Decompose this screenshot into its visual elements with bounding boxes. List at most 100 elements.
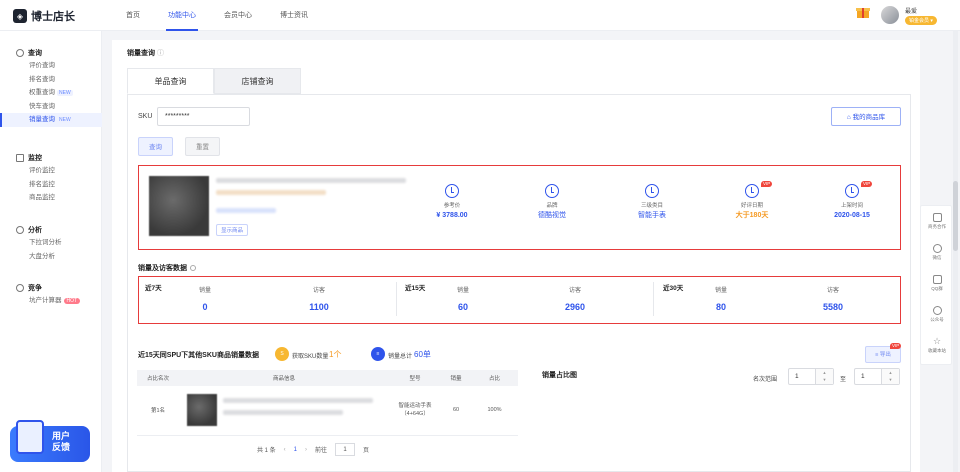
tab-shop[interactable]: 店铺查询: [214, 68, 301, 94]
pagination: 共 1 条 ‹ 1 › 前往 1 页: [257, 443, 369, 456]
sidebar-item-calculator[interactable]: 坑产计算器 HOT: [0, 294, 102, 308]
next-page-button[interactable]: ›: [305, 447, 307, 453]
wechat-icon: [932, 244, 942, 253]
period-7-days: 近7天 销量 0 访客 1100: [139, 277, 393, 321]
logo-icon: ◈: [13, 9, 27, 23]
page-number[interactable]: 1: [294, 447, 297, 453]
nav-home[interactable]: 首页: [112, 0, 154, 31]
compete-icon: [16, 283, 24, 292]
nav-features[interactable]: 功能中心: [154, 0, 210, 31]
sidebar-item-rank-query[interactable]: 排名查询: [0, 73, 102, 87]
sales-total-icon: ≡: [371, 347, 385, 361]
sidebar-item-market-analysis[interactable]: 大盘分析: [0, 250, 102, 264]
feedback-label: 用户: [52, 431, 71, 441]
reset-button[interactable]: 重置: [185, 137, 220, 156]
logo-text: 博士店长: [31, 11, 75, 23]
sku-count-icon: S: [275, 347, 289, 361]
feedback-label: 反馈: [52, 442, 71, 452]
stepper-arrows-icon[interactable]: ▲ ▼: [881, 369, 899, 384]
nav-news[interactable]: 博士资讯: [266, 0, 322, 31]
sales-stat: 销量 0: [198, 288, 211, 312]
right-float-bar: 商务合作 微信 QQ群 公众号 ☆ 收藏本站: [920, 205, 952, 365]
sidebar-item-express-query[interactable]: 快车查询: [0, 100, 102, 114]
gift-icon[interactable]: [856, 5, 870, 19]
main-nav: 首页 功能中心 会员中心 博士资讯: [112, 0, 322, 31]
goto-page-input[interactable]: 1: [335, 443, 356, 456]
product-image[interactable]: [187, 394, 217, 427]
scrollbar-thumb[interactable]: [953, 181, 958, 251]
pie-icon: [445, 184, 459, 198]
vip-badge: VIP: [890, 343, 902, 349]
help-icon[interactable]: [190, 265, 196, 272]
sidebar-group-query: 查询 评价查询 排名查询 权重查询 NEW 快车查询 销量查询 NEW: [0, 46, 102, 127]
sidebar-item-product-monitor[interactable]: 商品监控: [0, 191, 102, 205]
scrollbar[interactable]: [953, 31, 958, 472]
feedback-button[interactable]: 用户 反馈: [10, 420, 90, 462]
spu-section-title: 近15天同SPU下其他SKU商品销量数据: [138, 352, 259, 359]
review-icon: [745, 184, 759, 198]
clipboard-icon: [16, 420, 44, 454]
official-account-button[interactable]: 公众号: [921, 306, 953, 323]
sales-cell: 60: [441, 386, 471, 436]
product-image[interactable]: [149, 176, 209, 236]
hot-badge: HOT: [63, 298, 81, 304]
sales-visits-box: 近7天 销量 0 访客 1100 近15天 销量 60 访客 2960 近30天 销量 8…: [138, 276, 901, 324]
sales-stat: 销量 60: [456, 288, 469, 312]
column-header: 占比: [471, 370, 518, 386]
sidebar-item-dropdown-analysis[interactable]: 下拉词分析: [0, 236, 102, 250]
pager-total: 共 1 条: [257, 448, 276, 454]
avatar[interactable]: [880, 5, 900, 25]
range-to-stepper[interactable]: 1 ▲ ▼: [854, 368, 900, 385]
new-badge: NEW: [57, 90, 73, 96]
sidebar-item-sales-query[interactable]: 销量查询 NEW: [0, 113, 102, 127]
period-30-days: 近30天 销量 80 访客 5580: [657, 277, 902, 321]
star-icon: ☆: [932, 336, 942, 346]
sku-count-label: 获取SKU数量: [292, 354, 329, 360]
sidebar-item-review-query[interactable]: 评价查询: [0, 59, 102, 73]
qq-icon: [932, 275, 942, 284]
tab-single-product[interactable]: 单品查询: [127, 68, 214, 94]
analysis-icon: [16, 225, 24, 234]
period-15-days: 近15天 销量 60 访客 2960: [399, 277, 653, 321]
prev-page-button[interactable]: ‹: [284, 447, 286, 453]
goto-label: 前往: [315, 448, 328, 454]
divider: [396, 282, 397, 316]
visits-stat: 访客 2960: [564, 288, 586, 312]
wechat-button[interactable]: 微信: [921, 244, 953, 261]
business-button[interactable]: 商务合作: [921, 213, 953, 230]
page-title: 销量查询 ⓘ: [127, 50, 164, 57]
sidebar-item-rank-monitor[interactable]: 排名监控: [0, 178, 102, 192]
sidebar-item-review-monitor[interactable]: 评价监控: [0, 164, 102, 178]
query-button[interactable]: 查询: [138, 137, 173, 156]
monitor-icon: [16, 153, 24, 162]
range-from-stepper[interactable]: 1 ▲ ▼: [788, 368, 834, 385]
brand-icon: [545, 184, 559, 198]
member-level-badge[interactable]: 铂金会员 ▾: [905, 16, 937, 25]
sidebar-group-analysis: 分析 下拉词分析 大盘分析: [0, 223, 102, 263]
bookmark-button[interactable]: ☆ 收藏本站: [921, 337, 953, 354]
product-title-blurred: [216, 178, 406, 183]
reference-price: 参考价 ¥ 3788.00: [422, 184, 482, 222]
product-cell[interactable]: [179, 386, 389, 436]
column-header: 占比名次: [137, 370, 179, 386]
sidebar-item-weight-query[interactable]: 权重查询 NEW: [0, 86, 102, 100]
visits-stat: 访客 1100: [309, 288, 329, 312]
sidebar-group-compete: 竞争 坑产计算器 HOT: [0, 281, 102, 308]
sidebar-group-title: 分析: [28, 226, 42, 234]
category: 三级类目 智能手表: [622, 184, 682, 222]
sku-input[interactable]: *********: [157, 107, 250, 126]
help-icon[interactable]: ⓘ: [157, 50, 164, 57]
product-title-blurred: [223, 398, 373, 404]
show-product-button[interactable]: 显示商品: [216, 224, 249, 236]
clock-icon: [845, 184, 859, 198]
listing-time: 上架时间 2020-08-15: [822, 184, 882, 222]
stepper-arrows-icon[interactable]: ▲ ▼: [815, 369, 833, 384]
my-products-button[interactable]: ⌂ 我的商品库: [831, 107, 901, 126]
handshake-icon: [932, 213, 942, 222]
main-content: 销量查询 ⓘ 单品查询 店铺查询 SKU ********* ⌂ 我的商品库 查…: [112, 40, 920, 472]
nav-member[interactable]: 会员中心: [210, 0, 266, 31]
column-header: 商品信息: [179, 370, 389, 386]
qq-group-button[interactable]: QQ群: [921, 275, 953, 292]
top-bar: ◈ 博士店长 首页 功能中心 会员中心 博士资讯 最爱 铂金会员 ▾: [0, 0, 960, 31]
logo[interactable]: ◈ 博士店长: [13, 8, 75, 24]
